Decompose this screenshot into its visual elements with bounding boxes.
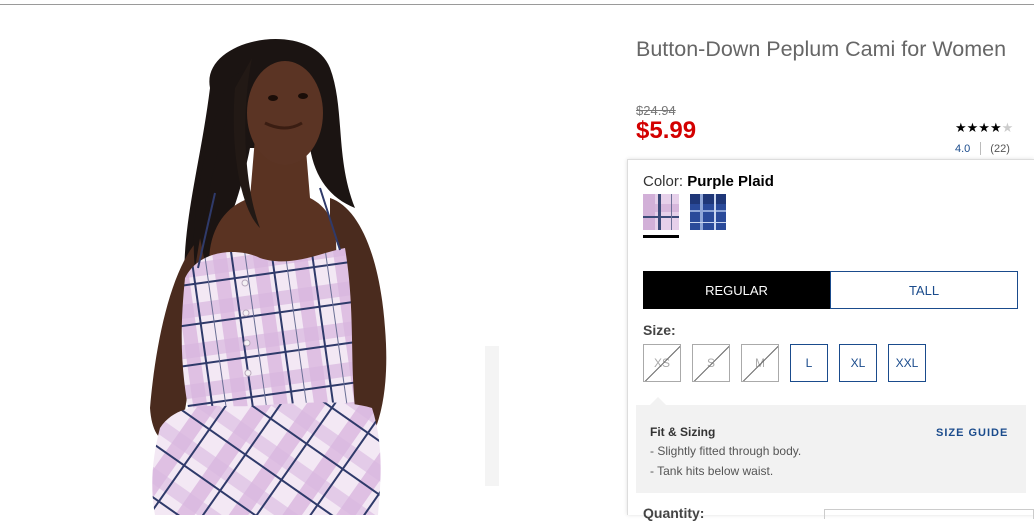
- size-guide-link[interactable]: SIZE GUIDE: [936, 427, 1008, 439]
- sale-price: $5.99: [636, 117, 697, 144]
- selected-color: Purple Plaid: [687, 173, 774, 190]
- top-divider: [0, 4, 1034, 5]
- fit-box-pointer: [650, 397, 666, 405]
- rating-summary: 4.0 (22): [955, 142, 1010, 155]
- rating-value[interactable]: 4.0: [955, 143, 970, 155]
- product-title: Button-Down Peplum Cami for Women: [636, 37, 1007, 61]
- quantity-select[interactable]: [824, 509, 1034, 519]
- swatch-purple-plaid[interactable]: [643, 194, 679, 230]
- fit-tall-button[interactable]: TALL: [830, 271, 1018, 309]
- size-label: Size:: [643, 322, 676, 338]
- size-xxl-button[interactable]: XXL: [888, 344, 926, 382]
- review-count[interactable]: (22): [990, 143, 1010, 155]
- rating-divider: [980, 142, 982, 155]
- size-s-button[interactable]: S: [692, 344, 730, 382]
- empty-star-icon: ★: [1001, 120, 1014, 135]
- fit-regular-button[interactable]: REGULAR: [643, 271, 830, 309]
- swatch-blue-plaid[interactable]: [690, 194, 726, 230]
- selected-swatch-indicator: [643, 235, 679, 238]
- filled-stars-icon: ★★★★: [955, 120, 1002, 135]
- original-price: $24.94: [636, 103, 676, 118]
- fit-detail-line: - Slightly fitted through body.: [650, 444, 802, 458]
- size-xl-button[interactable]: XL: [839, 344, 877, 382]
- quantity-label: Quantity:: [643, 505, 705, 521]
- fit-sizing-title: Fit & Sizing: [650, 425, 716, 439]
- size-xs-button[interactable]: XS: [643, 344, 681, 382]
- fit-detail-line: - Tank hits below waist.: [650, 464, 774, 478]
- size-m-button[interactable]: M: [741, 344, 779, 382]
- rating-stars[interactable]: ★★★★★: [955, 120, 1013, 136]
- size-l-button[interactable]: L: [790, 344, 828, 382]
- color-label: Color: Purple Plaid: [643, 173, 774, 190]
- product-image[interactable]: [140, 28, 510, 515]
- color-label-text: Color:: [643, 173, 684, 190]
